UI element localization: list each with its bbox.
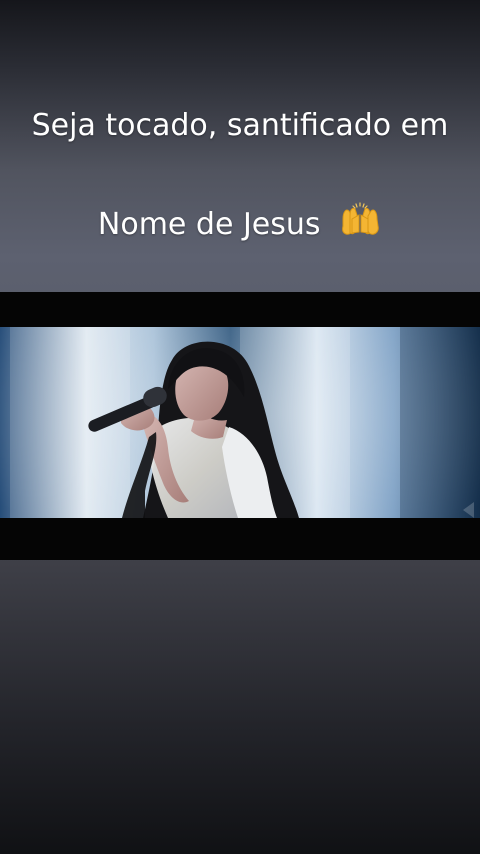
video-frame[interactable] bbox=[0, 327, 480, 518]
light-beam-right bbox=[400, 327, 480, 518]
video-player[interactable] bbox=[0, 292, 480, 560]
caption-line-2: Nome de Jesus bbox=[97, 207, 321, 242]
caption-line-1: Seja tocado, santificado em bbox=[31, 108, 449, 143]
caption-line-2-wrap: Nome de Jesus bbox=[0, 202, 480, 245]
raising-hands-icon bbox=[338, 202, 382, 245]
